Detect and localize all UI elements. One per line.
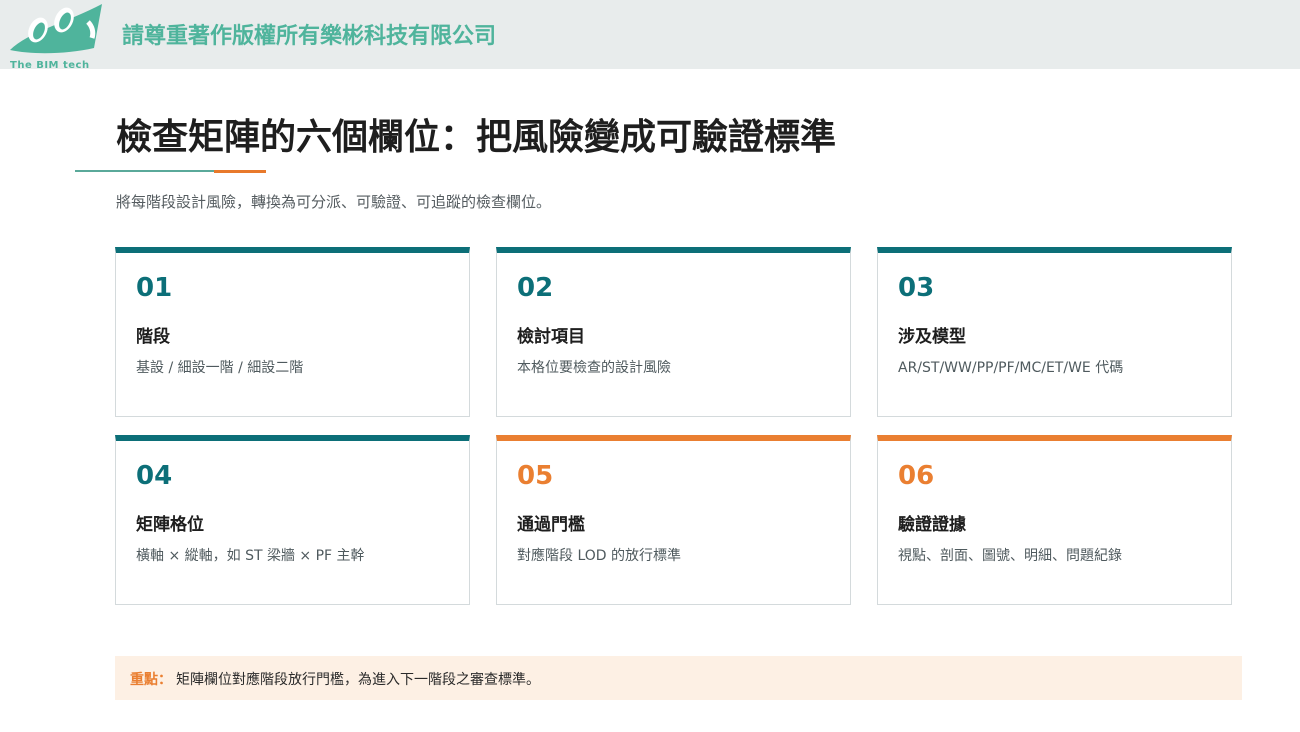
card-number: 05 bbox=[517, 461, 554, 491]
card-label: 檢討項目 bbox=[517, 327, 585, 347]
note-text: 矩陣欄位對應階段放行門檻，為進入下一階段之審查標準。 bbox=[176, 672, 540, 688]
field-card: 06 驗證證據 視點、剖面、圖號、明細、問題紀錄 bbox=[877, 435, 1232, 605]
card-description: 視點、剖面、圖號、明細、問題紀錄 bbox=[898, 548, 1122, 564]
copyright-notice: 請尊重著作版權所有樂彬科技有限公司 bbox=[122, 24, 497, 49]
card-label: 階段 bbox=[136, 327, 170, 347]
page-title: 檢查矩陣的六個欄位：把風險變成可驗證標準 bbox=[116, 117, 837, 158]
page-subtitle: 將每階段設計風險，轉換為可分派、可驗證、可追蹤的檢查欄位。 bbox=[116, 193, 552, 211]
logo-text: The BIM tech bbox=[10, 60, 90, 71]
card-description: AR/ST/WW/PP/PF/MC/ET/WE 代碼 bbox=[898, 360, 1124, 376]
header-bar: The BIM tech 請尊重著作版權所有樂彬科技有限公司 bbox=[0, 0, 1300, 71]
field-card: 01 階段 基設 / 細設一階 / 細設二階 bbox=[115, 247, 470, 417]
card-number: 04 bbox=[136, 461, 173, 491]
logo-icon bbox=[10, 4, 102, 54]
card-description: 基設 / 細設一階 / 細設二階 bbox=[136, 360, 304, 376]
title-underline-teal bbox=[75, 170, 215, 172]
card-description: 對應階段 LOD 的放行標準 bbox=[517, 548, 682, 564]
title-underline-orange bbox=[214, 170, 266, 173]
card-number: 01 bbox=[136, 273, 173, 303]
card-description: 本格位要檢查的設計風險 bbox=[517, 360, 671, 376]
card-number: 02 bbox=[517, 273, 554, 303]
field-card: 03 涉及模型 AR/ST/WW/PP/PF/MC/ET/WE 代碼 bbox=[877, 247, 1232, 417]
card-description: 橫軸 × 縱軸，如 ST 梁牆 × PF 主幹 bbox=[136, 548, 365, 564]
card-label: 驗證證據 bbox=[898, 515, 966, 535]
card-number: 06 bbox=[898, 461, 935, 491]
field-card: 02 檢討項目 本格位要檢查的設計風險 bbox=[496, 247, 851, 417]
card-label: 矩陣格位 bbox=[136, 515, 204, 535]
note-key-label: 重點： bbox=[130, 672, 172, 688]
field-card: 04 矩陣格位 橫軸 × 縱軸，如 ST 梁牆 × PF 主幹 bbox=[115, 435, 470, 605]
card-label: 涉及模型 bbox=[898, 327, 966, 347]
card-label: 通過門檻 bbox=[517, 515, 585, 535]
key-point-note: 重點： 矩陣欄位對應階段放行門檻，為進入下一階段之審查標準。 bbox=[115, 656, 1242, 700]
company-logo: The BIM tech bbox=[8, 2, 108, 74]
field-card: 05 通過門檻 對應階段 LOD 的放行標準 bbox=[496, 435, 851, 605]
slide: The BIM tech 請尊重著作版權所有樂彬科技有限公司 檢查矩陣的六個欄位… bbox=[0, 0, 1300, 732]
card-number: 03 bbox=[898, 273, 935, 303]
